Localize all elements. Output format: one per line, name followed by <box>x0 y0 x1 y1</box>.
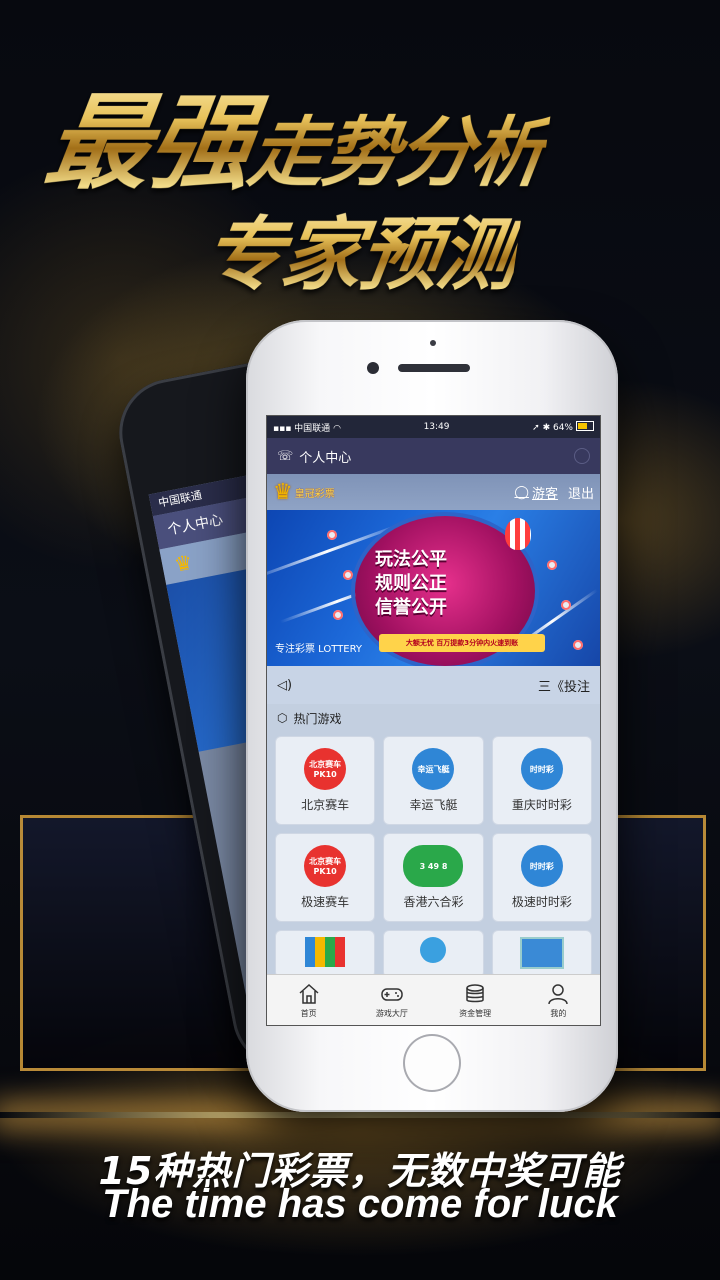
home-button[interactable] <box>403 1034 461 1092</box>
mark-six-balls-icon: 3 49 8 <box>403 845 464 887</box>
racing-logo-icon: 北京赛车 PK10 <box>304 748 347 790</box>
home-icon <box>299 983 319 1004</box>
game-item-partial[interactable] <box>275 930 376 978</box>
lottery-ball-icon <box>573 640 583 650</box>
status-bar: ▪▪▪ 中国联通 ◠ 13:49 ➚ ✱ 64% <box>267 416 600 438</box>
bluetooth-icon: ✱ <box>542 423 551 433</box>
user-bar: ♛ 皇冠彩票 ◯ 游客 退出 <box>267 474 600 510</box>
person-icon <box>420 937 447 963</box>
crown-logo-icon: ♛ <box>273 479 293 505</box>
hero-title-line1: 最强走势分析 <box>37 58 558 209</box>
banner-slogan: 玩法公平 规则公正 信誉公开 <box>375 549 447 618</box>
hot-games-title: 热门游戏 <box>293 711 342 726</box>
hero-title-line2: 专家预测 <box>197 190 525 306</box>
signal-icon: ▪▪▪ <box>273 423 295 434</box>
tab-mine[interactable]: 我的 <box>517 975 600 1025</box>
front-phone: ▪▪▪ 中国联通 ◠ 13:49 ➚ ✱ 64% ☏ 个人中心 ♛ 皇冠彩票 ◯… <box>246 320 618 1112</box>
brand-name: 皇冠彩票 <box>294 488 335 500</box>
guest-link[interactable]: ◯ 游客 <box>514 483 558 502</box>
search-icon[interactable] <box>574 448 590 464</box>
status-carrier: ▪▪▪ 中国联通 ◠ <box>273 423 341 434</box>
number-tiles-icon <box>305 937 346 967</box>
ssc-logo-icon: 时时彩 <box>520 748 563 790</box>
airship-logo-icon: 幸运飞艇 <box>412 748 455 790</box>
lottery-ball-icon <box>547 560 557 570</box>
ssc-logo-icon: 时时彩 <box>520 845 563 887</box>
tab-bar: 首页 游戏大厅 资金管理 我的 <box>267 974 600 1025</box>
person-icon <box>548 983 569 1004</box>
lottery-ball-icon <box>327 530 337 540</box>
game-item-partial[interactable] <box>383 930 484 978</box>
hero-title-big: 最强 <box>38 82 260 204</box>
phone-speaker <box>398 364 470 372</box>
promo-banner[interactable]: 玩法公平 规则公正 信誉公开 大额无忧 百万提款3分钟内火速到账 专注彩票 LO… <box>267 510 600 666</box>
page-title: 个人中心 <box>299 450 352 466</box>
racing-logo-icon: 北京赛车 PK10 <box>304 845 347 887</box>
speaker-icon: ◁) <box>277 677 293 693</box>
tab-funds[interactable]: 资金管理 <box>434 975 517 1025</box>
game-item-chongqing-ssc[interactable]: 时时彩 重庆时时彩 <box>491 736 592 825</box>
coins-icon <box>466 983 484 1002</box>
screen-icon <box>519 937 564 969</box>
wifi-icon: ◠ <box>333 423 341 434</box>
hot-games-header: ⬡ 热门游戏 <box>267 704 600 732</box>
phone-sensor <box>430 340 436 346</box>
game-item-lucky-airship[interactable]: 幸运飞艇 幸运飞艇 <box>383 736 484 825</box>
gamepad-icon <box>381 987 403 1001</box>
status-time: 13:49 <box>423 422 450 432</box>
app-screen: ▪▪▪ 中国联通 ◠ 13:49 ➚ ✱ 64% ☏ 个人中心 ♛ 皇冠彩票 ◯… <box>266 415 601 1026</box>
lottery-ball-icon <box>561 600 571 610</box>
phone-camera <box>367 362 379 374</box>
user-icon: ◯ <box>514 484 529 500</box>
tab-home[interactable]: 首页 <box>267 975 350 1025</box>
banner-ribbon: 大额无忧 百万提款3分钟内火速到账 <box>379 634 545 652</box>
location-icon: ➚ <box>532 423 540 433</box>
light-beam <box>0 1112 720 1118</box>
hot-games-grid: 北京赛车 PK10 北京赛车 幸运飞艇 幸运飞艇 时时彩 重庆时时彩 北京赛车 … <box>267 732 600 982</box>
lottery-ball-icon <box>343 570 353 580</box>
hero-title-rest: 走势分析 <box>243 108 552 197</box>
game-item-partial[interactable] <box>491 930 592 978</box>
notice-text: 三《投注 <box>537 679 590 695</box>
game-item-speed-ssc[interactable]: 时时彩 极速时时彩 <box>491 833 592 922</box>
game-item-speed-racing[interactable]: 北京赛车 PK10 极速赛车 <box>275 833 376 922</box>
banner-tag: 专注彩票 LOTTERY <box>275 644 363 655</box>
battery-icon <box>576 421 594 431</box>
footer-tagline-en: The time has come for luck <box>102 1182 618 1226</box>
customer-service-icon[interactable]: ☏ <box>277 449 293 464</box>
tab-game-lobby[interactable]: 游戏大厅 <box>350 975 433 1025</box>
game-item-beijing-racing[interactable]: 北京赛车 PK10 北京赛车 <box>275 736 376 825</box>
lottery-ball-icon <box>333 610 343 620</box>
notice-bar[interactable]: ◁) 三《投注 <box>267 666 600 704</box>
game-item-hk-mark-six[interactable]: 3 49 8 香港六合彩 <box>383 833 484 922</box>
navbar: ☏ 个人中心 <box>267 438 600 474</box>
status-right: ➚ ✱ 64% <box>532 421 594 433</box>
hot-air-balloon-icon <box>505 518 531 550</box>
cube-icon: ⬡ <box>277 711 288 725</box>
exit-button[interactable]: 退出 <box>568 483 594 502</box>
